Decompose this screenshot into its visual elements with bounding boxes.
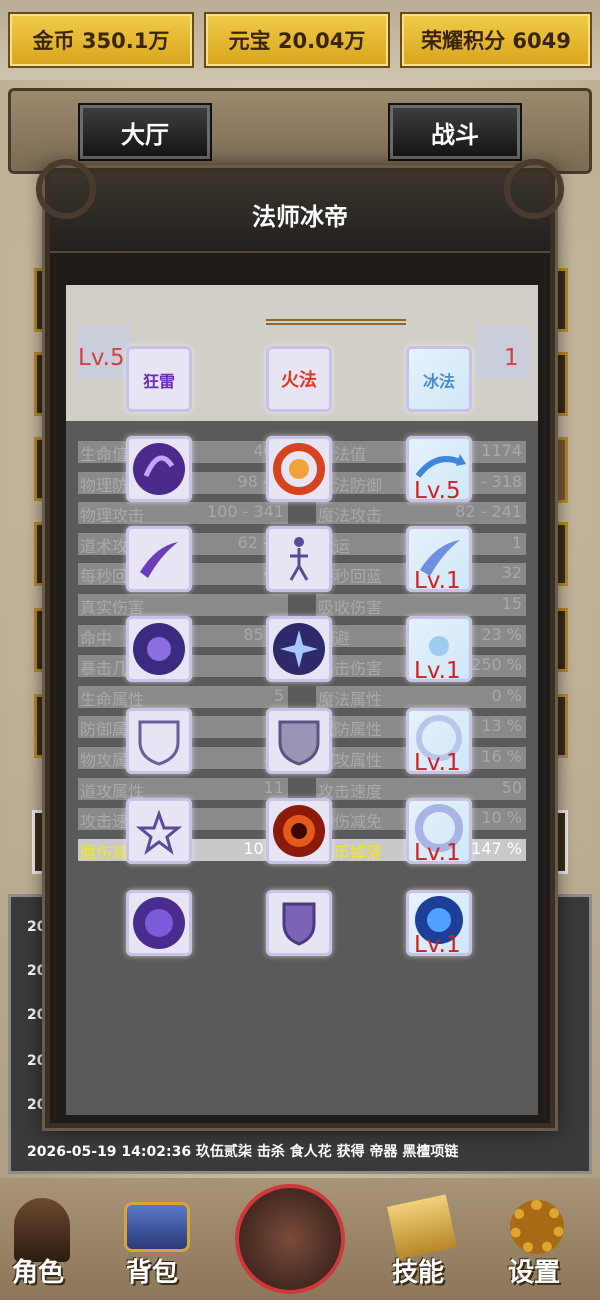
stat-row: 物理攻击 100 - 341 魔法攻击 82 - 241 [78,502,526,526]
stat-label: 真实伤害 [80,598,145,617]
stat-cell: 生命属性 5 [78,685,288,709]
skill-level: Lv.1 [414,840,461,864]
frost-ring-skill-icon[interactable]: Lv.1 [406,708,472,774]
fireball-skill-icon[interactable] [266,798,332,864]
stat-cell: 魔法攻击 82 - 241 [316,502,526,526]
stat-value: 15 [501,594,522,613]
nav-role[interactable]: 角色 [12,1252,64,1289]
starburst-skill-icon[interactable] [266,616,332,682]
stat-value: 82 - 241 [455,502,522,522]
vortex-skill-icon[interactable] [126,436,192,502]
stat-cell: 物理攻击 100 - 341 [78,502,288,526]
currency-bar: 金币 350.1万 元宝 20.04万 荣耀积分 6049 [0,0,600,80]
stat-label: 生命值 [80,445,129,464]
figure-skill-icon[interactable] [266,526,332,592]
stat-row: 生命属性 5 魔法属性 0 % [78,685,526,709]
stat-value: 10 % [481,808,522,828]
orb-skill-icon[interactable] [126,890,192,956]
flame-ring-skill-icon[interactable] [266,436,332,502]
stat-value: 50 [501,777,522,797]
nav-skill[interactable]: 技能 [392,1252,444,1289]
fire-mage-tab[interactable]: 火法 [266,346,332,412]
bottom-nav: 角色 背包 技能 设置 [0,1178,600,1300]
backpack-chest-icon[interactable] [124,1202,190,1252]
faded-level-label: 1 [504,345,519,371]
rune-shield-skill-icon[interactable] [266,890,332,956]
armor-skill-icon[interactable] [266,708,332,774]
star-skill-icon[interactable] [126,798,192,864]
skill-level: Lv.1 [414,932,461,956]
stat-value: 23 % [481,624,522,644]
settings-gear-icon[interactable] [510,1200,564,1254]
skill-level: Lv.1 [414,750,461,774]
stat-cell: 攻击速度 50 [316,777,526,801]
stat-value: - 318 [480,471,522,491]
gold-counter: 金币 350.1万 [8,12,194,68]
crescent-skill-icon[interactable] [126,526,192,592]
stat-row: 道攻属性 11 攻击速度 50 [78,777,526,801]
skill-level: Lv.1 [414,568,461,592]
stat-value: 1174 [481,441,522,460]
tab-label: 狂雷 [142,372,175,391]
battle-button[interactable]: 战斗 [390,105,520,159]
stat-label: 魔法属性 [318,689,383,709]
stat-label: 命中 [80,628,113,648]
nav-settings[interactable]: 设置 [508,1252,560,1289]
stat-value: 100 - 341 [206,502,284,522]
log-line: 2026-05-19 14:02:36 玖伍贰柒 击杀 食人花 获得 帝器 黑檀… [27,1144,459,1160]
ice-blade-skill-icon[interactable]: Lv.1 [406,526,472,592]
skill-level: Lv.5 [414,478,461,502]
nav-bag[interactable]: 背包 [126,1252,178,1289]
ice-arrow-skill-icon[interactable]: Lv.5 [406,436,472,502]
ice-mage-tab[interactable]: 冰法 [406,346,472,412]
tab-label: 冰法 [422,372,455,391]
hall-button[interactable]: 大厅 [80,105,210,159]
stat-cell: 吸收伤害 15 [316,594,526,617]
honor-counter: 荣耀积分 6049 [400,12,592,68]
faded-skill-icon [476,325,530,379]
tab-label: 火法 [281,370,317,391]
stat-cell: 道攻属性 11 [78,777,288,801]
hero-portrait[interactable] [235,1184,345,1294]
ornament-line [266,319,406,325]
stat-value: 16 % [481,747,522,766]
frost-crystal-skill-icon[interactable]: Lv.1 [406,616,472,682]
faded-level-label: Lv.5 [78,345,125,371]
stat-cell: 真实伤害 [78,594,288,617]
ice-orb-skill-icon[interactable]: Lv.1 [406,798,472,864]
stat-cell: 魔法属性 0 % [316,685,526,709]
blizzard-skill-icon[interactable]: Lv.1 [406,890,472,956]
lightning-mage-tab[interactable]: 狂雷 [126,346,192,412]
yuanbao-counter: 元宝 20.04万 [204,12,390,68]
stat-value: 0 % [491,685,522,705]
storm-skill-icon[interactable] [126,616,192,682]
stat-value: 11 [263,777,284,797]
stat-value: 1 [511,532,522,552]
stat-value: 147 % [471,838,522,858]
stat-value: 250 % [471,655,522,675]
stat-row: 真实伤害 吸收伤害 15 [78,594,526,617]
stat-label: 物理攻击 [80,506,145,526]
stat-value: 5 [273,685,284,705]
stat-label: 魔法攻击 [318,506,383,526]
stat-value: 13 % [481,716,522,736]
stat-value: 32 [501,563,522,583]
stat-label: 吸收伤害 [318,598,383,617]
modal-title: 法师冰帝 [252,203,348,231]
stat-label: 生命属性 [80,689,145,709]
skill-scroll-icon[interactable] [387,1194,457,1260]
skill-level: Lv.1 [414,658,461,682]
shield-skill-icon[interactable] [126,708,192,774]
